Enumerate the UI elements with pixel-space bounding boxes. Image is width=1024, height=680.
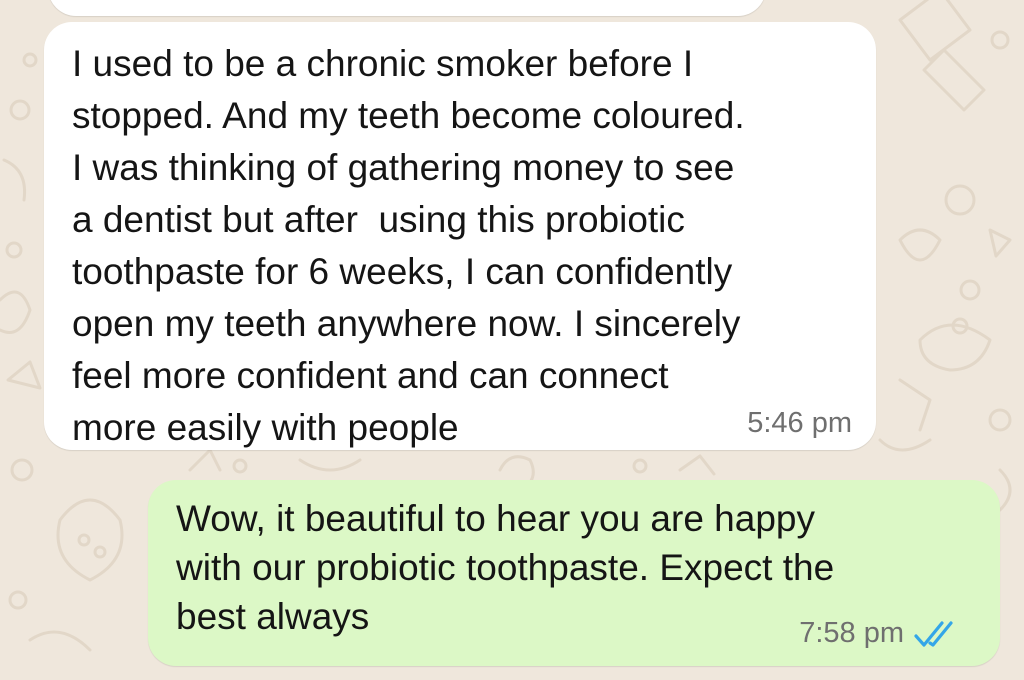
incoming-message-bubble[interactable]: I used to be a chronic smoker before I s… [44,22,876,450]
double-check-read-icon [914,620,953,647]
outgoing-message-bubble[interactable]: Wow, it beautiful to hear you are happy … [148,480,1000,666]
message-meta: 7:58 pm [799,617,958,650]
message-text: I used to be a chronic smoker before I s… [72,43,745,448]
message-timestamp: 5:46 pm [747,407,852,439]
message-timestamp: 7:58 pm [799,617,904,649]
previous-message-bubble[interactable] [48,0,766,16]
